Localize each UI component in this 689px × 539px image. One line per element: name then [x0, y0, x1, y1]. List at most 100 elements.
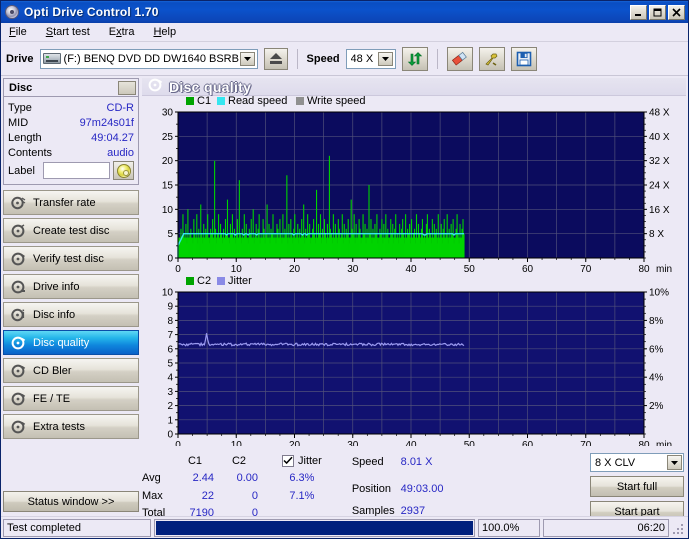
- run-speed-label: Speed: [351, 456, 384, 469]
- disc-type-label: Type: [8, 101, 32, 114]
- sidebar-item-create-test-disc[interactable]: Create test disc: [3, 218, 139, 243]
- sidebar-item-fe-te[interactable]: FE / TE: [3, 386, 139, 411]
- main-body: Disc Type CD-R MID 97m24s01f Length 49:0…: [1, 76, 688, 522]
- chevron-down-icon[interactable]: [239, 51, 255, 66]
- sidebar-item-label: Create test disc: [33, 224, 110, 237]
- sidebar-item-cd-bler[interactable]: CD Bler: [3, 358, 139, 383]
- refresh-button[interactable]: [401, 46, 428, 71]
- content-panel: Disc quality 0 5 10 15 20 25 30 8 X 16 X 24 X 32 X…: [141, 76, 688, 522]
- stats-header-row: C1 C2 Jitter: [142, 452, 328, 470]
- tools-icon: [485, 53, 498, 66]
- close-button[interactable]: [668, 4, 685, 20]
- menu-file[interactable]: File: [6, 25, 30, 39]
- svg-text:25: 25: [162, 132, 174, 143]
- svg-text:30: 30: [347, 264, 359, 275]
- speed-select-value: 48 X: [350, 52, 374, 65]
- sidebar-item-disc-quality[interactable]: Disc quality: [3, 330, 139, 355]
- tools-button[interactable]: [478, 46, 505, 71]
- test-controls: 8 X CLV Start full Start part: [590, 449, 686, 522]
- erase-button[interactable]: [446, 46, 473, 71]
- write-mode-select[interactable]: 8 X CLV: [590, 453, 684, 472]
- window-controls: [630, 4, 686, 20]
- menu-help[interactable]: Help: [150, 25, 179, 39]
- svg-text:7: 7: [167, 330, 173, 341]
- svg-text:0: 0: [175, 264, 181, 275]
- progress-bar-fill: [156, 520, 473, 535]
- svg-text:40 X: 40 X: [649, 132, 670, 143]
- start-full-button[interactable]: Start full: [590, 476, 684, 497]
- menu-extra[interactable]: Extra: [106, 25, 138, 39]
- sidebar-item-extra-tests[interactable]: Extra tests: [3, 414, 139, 439]
- svg-text:10: 10: [231, 264, 243, 275]
- svg-text:24 X: 24 X: [649, 181, 670, 192]
- sidebar-item-drive-info[interactable]: Drive info: [3, 274, 139, 299]
- cd-icon: [116, 163, 131, 178]
- svg-text:80: 80: [638, 440, 650, 446]
- panel-header: Disc quality: [142, 78, 686, 96]
- status-bar: Test completed 100.0% 06:20: [1, 516, 688, 538]
- svg-text:60: 60: [522, 440, 534, 446]
- minimize-button[interactable]: [630, 4, 647, 20]
- refresh-arrows-icon: [407, 51, 422, 66]
- stats-max-jitter: 7.1%: [289, 489, 315, 502]
- stats-row-label-max: Max: [142, 489, 163, 502]
- svg-text:32 X: 32 X: [649, 156, 670, 167]
- stats-max-c2: 0: [251, 489, 258, 502]
- disc-drive-icon: [11, 280, 26, 294]
- svg-text:16 X: 16 X: [649, 205, 670, 216]
- disc-row-contents: Contents audio: [8, 145, 134, 160]
- svg-text:C2: C2: [197, 275, 211, 287]
- table-row: Avg 2.44 0.00 6.3%: [142, 470, 328, 488]
- svg-text:4%: 4%: [649, 373, 664, 384]
- disc-group-button[interactable]: [118, 80, 136, 95]
- sidebar-item-label: FE / TE: [33, 392, 71, 405]
- svg-text:0: 0: [167, 430, 173, 441]
- resize-grip[interactable]: [672, 519, 686, 537]
- sidebar-item-transfer-rate[interactable]: Transfer rate: [3, 190, 139, 215]
- left-panel-spacer: [3, 439, 139, 491]
- maximize-button[interactable]: [649, 4, 666, 20]
- disc-row-mid: MID 97m24s01f: [8, 115, 134, 130]
- sidebar-item-verify-test-disc[interactable]: Verify test disc: [3, 246, 139, 271]
- jitter-header-cell: Jitter: [282, 452, 328, 470]
- chevron-down-icon[interactable]: [377, 51, 393, 66]
- menu-bar: File Start test Extra Help: [1, 23, 688, 42]
- svg-text:min: min: [656, 264, 672, 275]
- app-disc-icon: [4, 4, 20, 20]
- sidebar-item-disc-info[interactable]: Disc info: [3, 302, 139, 327]
- disc-contents-value: audio: [107, 146, 134, 159]
- svg-text:48 X: 48 X: [649, 108, 670, 119]
- svg-text:10: 10: [231, 440, 243, 446]
- eject-button[interactable]: [263, 47, 288, 70]
- optical-drive-icon: [42, 51, 61, 66]
- svg-text:0: 0: [167, 254, 173, 265]
- read-disc-button[interactable]: [113, 161, 134, 180]
- status-window-button[interactable]: Status window >>: [3, 491, 139, 512]
- disc-mid-label: MID: [8, 116, 29, 129]
- disc-extra-icon: [11, 420, 26, 434]
- disc-transfer-icon: [11, 196, 26, 210]
- jitter-checkbox[interactable]: [282, 454, 294, 467]
- window-title: Opti Drive Control 1.70: [24, 5, 159, 19]
- left-panel: Disc Type CD-R MID 97m24s01f Length 49:0…: [1, 76, 141, 516]
- svg-text:10: 10: [162, 205, 174, 216]
- svg-text:50: 50: [464, 440, 476, 446]
- disc-quality-charts[interactable]: 0510152025308 X16 X24 X32 X40 X48 X0 10 20…: [142, 95, 688, 451]
- disc-label-input[interactable]: [43, 162, 110, 179]
- speed-select[interactable]: 48 X: [345, 48, 396, 69]
- menu-start-test[interactable]: Start test: [43, 25, 93, 39]
- sidebar-item-label: Verify test disc: [33, 252, 104, 265]
- disc-create-icon: [11, 223, 26, 238]
- svg-text:60: 60: [522, 264, 534, 275]
- stats-avg-c2: 0.00: [236, 472, 258, 485]
- drive-select[interactable]: (F:) BENQ DVD DD DW1640 BSRB: [39, 48, 258, 69]
- toolbar: Drive (F:) BENQ DVD DD DW1640 BSRB Speed…: [1, 42, 688, 76]
- disc-row-type: Type CD-R: [8, 100, 134, 115]
- svg-text:70: 70: [580, 264, 592, 275]
- disc-group-header: Disc: [4, 79, 138, 97]
- toolbar-separator: [436, 48, 438, 69]
- disc-contents-label: Contents: [8, 146, 53, 159]
- save-button[interactable]: [510, 46, 537, 71]
- chevron-down-icon[interactable]: [667, 455, 682, 470]
- page-title: Disc quality: [169, 78, 252, 95]
